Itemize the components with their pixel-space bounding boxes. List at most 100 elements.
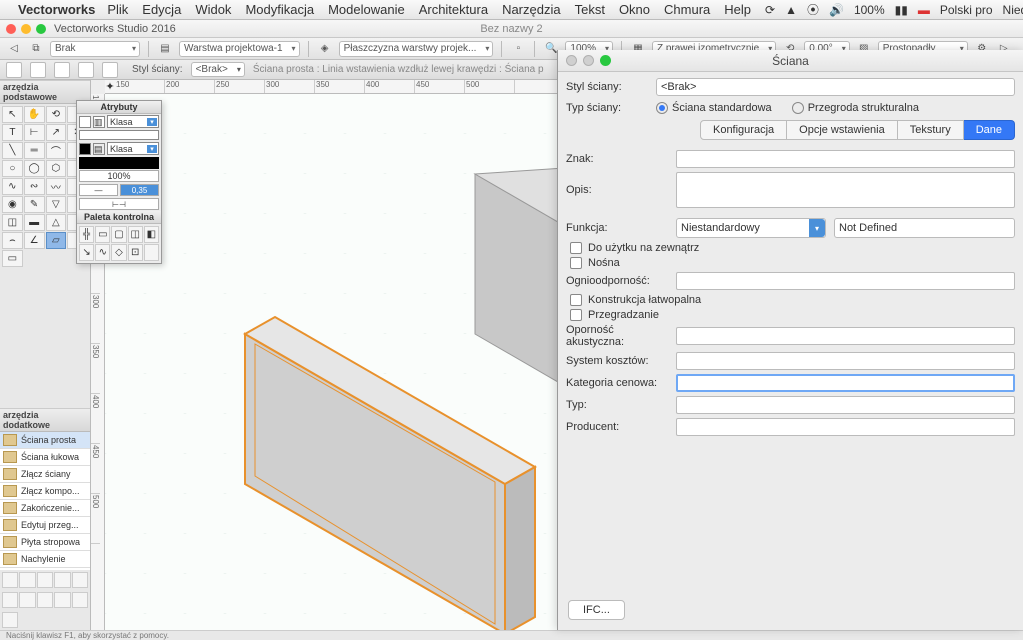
tool-curve[interactable]: ⌢ [2,232,23,249]
fill-swatch[interactable] [79,116,91,128]
tool-angle[interactable]: ∠ [24,232,45,249]
tool-3d[interactable]: ◫ [2,214,23,231]
app-name[interactable]: Vectorworks [18,2,95,17]
input-koszt[interactable] [676,352,1015,370]
input-typ[interactable] [676,396,1015,414]
tool-dim[interactable]: ⊢ [24,124,45,141]
input-akust[interactable] [676,327,1015,345]
aux-ic10[interactable] [72,592,88,608]
tool-eyedrop[interactable]: ✎ [24,196,45,213]
aux-zlacz-kompo[interactable]: Złącz kompo... [0,483,90,500]
tab-tekstury[interactable]: Tekstury [898,120,964,140]
fill-preview[interactable] [79,130,159,140]
aux-sciana-lukowa[interactable]: Ściana łukowa [0,449,90,466]
tool-arc[interactable]: ⌒ [46,142,67,159]
tool-poly[interactable]: ⬡ [46,160,67,177]
ctrl-3[interactable]: ▢ [111,226,126,243]
tool-line[interactable]: ╲ [2,142,23,159]
menu-plik[interactable]: Plik [107,2,128,17]
ctrl-7[interactable]: ∿ [95,244,110,261]
ctrl-10[interactable] [144,244,159,261]
chk-przegr[interactable]: Przegradzanie [570,309,1015,321]
ctrl-6[interactable]: ↘ [79,244,94,261]
tool-select[interactable]: ↖ [2,106,23,123]
menu-tekst[interactable]: Tekst [575,2,605,17]
tool-section[interactable]: ▱ [46,232,67,249]
menu-widok[interactable]: Widok [195,2,231,17]
aux-plyta-stropowa[interactable]: Płyta stropowa [0,534,90,551]
layer-dropdown[interactable]: Warstwa projektowa-1 [179,41,300,57]
menu-chmura[interactable]: Chmura [664,2,710,17]
tool-free[interactable]: 〰 [46,178,67,195]
tool-bucket[interactable]: ▽ [46,196,67,213]
chk-latwo[interactable]: Konstrukcja łatwopalna [570,294,1015,306]
ctrl-8[interactable]: ◇ [111,244,126,261]
flag-icon[interactable]: ▬ [918,3,930,17]
aux-zakonczenie[interactable]: Zakończenie... [0,500,90,517]
menu-modelowanie[interactable]: Modelowanie [328,2,405,17]
mode-btn-2[interactable] [30,62,46,78]
doc-icon[interactable]: ▫ [510,41,526,57]
tool-text[interactable]: T [2,124,23,141]
sync-icon[interactable]: ⟳ [765,3,775,17]
chk-nosna[interactable]: Nośna [570,257,1015,269]
panel-titlebar[interactable]: Ściana [558,50,1023,72]
aux-ic6[interactable] [2,592,18,608]
ifc-button[interactable]: IFC... [568,600,625,620]
tool-extra[interactable]: ▭ [2,250,23,267]
menu-architektura[interactable]: Architektura [419,2,488,17]
lang[interactable]: Polski pro [940,3,993,17]
mode-dropdown[interactable]: Brak [50,41,140,57]
mode-btn-3[interactable] [54,62,70,78]
line-end[interactable]: ⊢⊣ [79,198,159,210]
pen-swatch[interactable] [79,143,91,155]
tab-opcje[interactable]: Opcje wstawienia [787,120,898,140]
radio-partition[interactable]: Przegroda strukturalna [792,102,919,114]
style-dropdown[interactable]: <Brak> [191,62,245,77]
tool-dline[interactable]: ═ [24,142,45,159]
tool-wall[interactable]: ▬ [24,214,45,231]
menu-modyfikacja[interactable]: Modyfikacja [245,2,314,17]
aux-ic1[interactable] [2,572,18,588]
radio-standard[interactable]: Ściana standardowa [656,102,772,114]
wifi-icon[interactable]: ⦿ [807,1,819,18]
minimize-icon[interactable] [21,24,31,34]
tool-roof[interactable]: △ [46,214,67,231]
fill-class[interactable]: Klasa [107,115,159,128]
input-cena[interactable] [676,374,1015,392]
panel-close-icon[interactable] [566,55,577,66]
dropdown-funkcja-2[interactable]: Not Defined [834,218,1015,238]
input-prod[interactable] [676,418,1015,436]
link-icon[interactable]: ⧉ [28,41,44,57]
panel-min-icon[interactable] [583,55,594,66]
tool-pan[interactable]: ✋ [24,106,45,123]
input-ognio[interactable] [676,272,1015,290]
line-weight[interactable]: 0,35 [120,184,159,196]
aux-ic8[interactable] [37,592,53,608]
mode-btn-5[interactable] [102,62,118,78]
menu-edycja[interactable]: Edycja [142,2,181,17]
tool-circle[interactable]: ○ [2,160,23,177]
plane-icon[interactable]: ◈ [317,41,333,57]
aux-zlacz-sciany[interactable]: Złącz ściany [0,466,90,483]
ctrl-9[interactable]: ⊡ [128,244,143,261]
panel-max-icon[interactable] [600,55,611,66]
aux-ic3[interactable] [37,572,53,588]
pen-icon[interactable]: ▤ [93,143,105,155]
tab-dane[interactable]: Dane [964,120,1015,140]
tool-nurbs[interactable]: ∾ [24,178,45,195]
volume-icon[interactable]: 🔊 [829,3,844,17]
aux-nachylenie[interactable]: Nachylenie [0,551,90,568]
aux-ic4[interactable] [54,572,70,588]
layer-icon[interactable]: ▤ [157,41,173,57]
aux-ic7[interactable] [19,592,35,608]
menu-help[interactable]: Help [724,2,751,17]
ctrl-4[interactable]: ◫ [128,226,143,243]
dropdown-funkcja[interactable]: Niestandardowy▾ [676,218,826,238]
chk-outdoor[interactable]: Do użytku na zewnątrz [570,242,1015,254]
menu-okno[interactable]: Okno [619,2,650,17]
close-icon[interactable] [6,24,16,34]
tab-konfiguracja[interactable]: Konfiguracja [700,120,787,140]
aux-ic2[interactable] [19,572,35,588]
pen-class[interactable]: Klasa [107,142,159,155]
